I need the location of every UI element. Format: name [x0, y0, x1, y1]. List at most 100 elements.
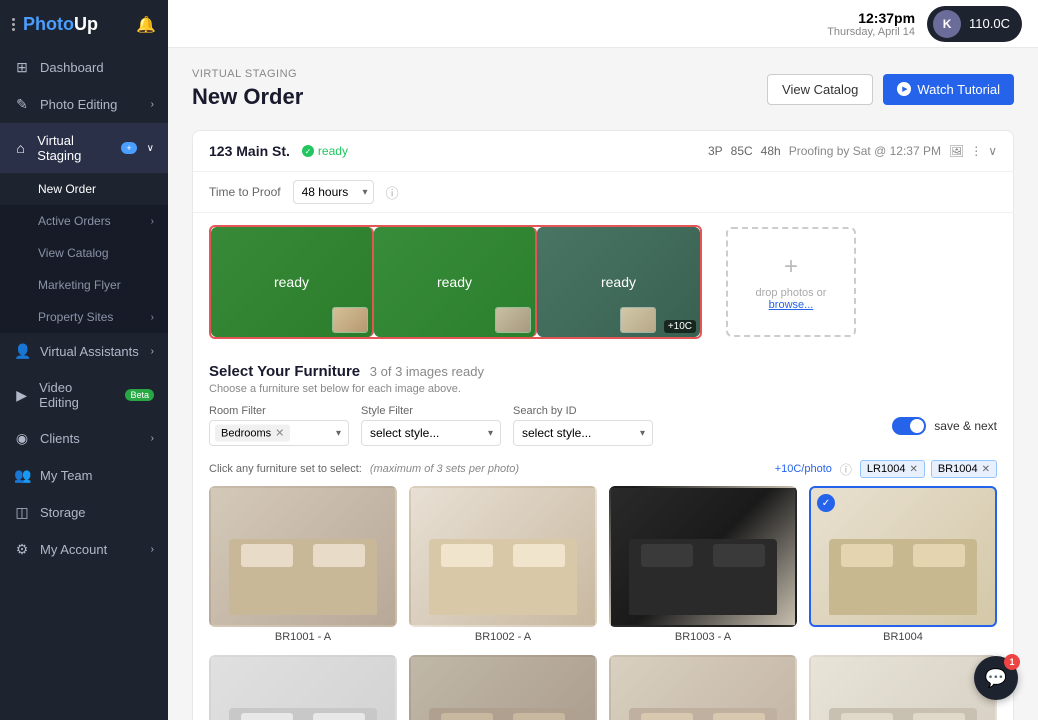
- view-catalog-button[interactable]: View Catalog: [767, 74, 873, 105]
- main-area: 12:37pm Thursday, April 14 K 110.0C VIRT…: [168, 0, 1038, 720]
- virtual-staging-submenu: New Order Active Orders › View Catalog M…: [0, 173, 168, 333]
- browse-link[interactable]: browse...: [769, 299, 814, 311]
- play-icon: [897, 82, 911, 96]
- user-menu[interactable]: K 110.0C: [927, 6, 1022, 42]
- sub-nav-marketing-flyer[interactable]: Marketing Flyer: [0, 269, 168, 301]
- chat-icon: 💬: [985, 668, 1007, 689]
- sidebar-item-storage[interactable]: ◫ Storage: [0, 494, 168, 531]
- watch-tutorial-button[interactable]: Watch Tutorial: [883, 74, 1014, 105]
- order-actions: 🖼 ⋮ ∨: [949, 144, 997, 158]
- more-options-icon[interactable]: ⋮: [970, 144, 982, 158]
- extra-count-badge: +10C: [664, 320, 696, 333]
- notification-bell-icon[interactable]: 🔔: [136, 15, 156, 35]
- search-filter-wrapper: select style...: [513, 420, 653, 446]
- save-next-toggle: save & next: [892, 417, 997, 435]
- photo-item-3[interactable]: ready +10C: [537, 227, 700, 337]
- sub-nav-view-catalog[interactable]: View Catalog: [0, 237, 168, 269]
- current-date: Thursday, April 14: [827, 26, 915, 38]
- search-filter-select[interactable]: select style...: [513, 420, 653, 446]
- furniture-item-br1005[interactable]: BR1005 - A: [209, 655, 397, 720]
- furniture-image-br1007: [609, 655, 797, 720]
- status-label: ready: [318, 144, 348, 158]
- photo-item-2[interactable]: ready: [374, 227, 537, 337]
- style-filter-select[interactable]: select style...: [361, 420, 501, 446]
- save-next-switch[interactable]: [892, 417, 926, 435]
- app-logo: PhotoUp: [23, 14, 98, 35]
- time-proof-select[interactable]: 48 hours 24 hours 72 hours: [293, 180, 374, 204]
- sidebar-header: PhotoUp 🔔: [0, 0, 168, 49]
- furniture-item-br1001[interactable]: BR1001 - A: [209, 486, 397, 643]
- video-editing-icon: ▶: [14, 387, 29, 404]
- sub-nav-active-orders[interactable]: Active Orders ›: [0, 205, 168, 237]
- search-filter-group: Search by ID select style...: [513, 405, 653, 446]
- proofing-text: Proofing by Sat @ 12:37 PM: [789, 144, 941, 158]
- sub-nav-label: Property Sites: [38, 310, 113, 324]
- chevron-down-icon[interactable]: ∨: [988, 144, 997, 158]
- furniture-image-br1001: [209, 486, 397, 627]
- chat-badge: 1: [1004, 654, 1020, 670]
- image-icon[interactable]: 🖼: [949, 144, 964, 158]
- tag-remove[interactable]: ✕: [982, 464, 990, 475]
- menu-icon[interactable]: [12, 18, 15, 31]
- furniture-item-br1004[interactable]: ✓ BR1004: [809, 486, 997, 643]
- price-tag: +10C/photo: [775, 463, 832, 475]
- furniture-item-br1008[interactable]: BR1008 - A: [809, 655, 997, 720]
- chevron-right-icon: ›: [151, 99, 154, 110]
- sub-nav-property-sites[interactable]: Property Sites ›: [0, 301, 168, 333]
- furniture-title: Select Your Furniture: [209, 363, 360, 380]
- current-time: 12:37pm: [827, 10, 915, 26]
- chevron-icon: ›: [151, 216, 154, 227]
- team-icon: 👥: [14, 467, 30, 484]
- status-badge: ready: [302, 144, 348, 158]
- sidebar-item-clients[interactable]: ◉ Clients ›: [0, 420, 168, 457]
- max-label: (maximum of 3 sets per photo): [370, 463, 519, 475]
- sub-nav-new-order[interactable]: New Order: [0, 173, 168, 205]
- sub-nav-label: New Order: [38, 182, 96, 196]
- chevron-right-icon: ›: [151, 346, 154, 357]
- add-badge: +: [121, 142, 136, 154]
- sidebar-item-label: Storage: [40, 505, 86, 520]
- page-title-row: VIRTUAL STAGING New Order View Catalog W…: [192, 68, 1014, 110]
- tag-remove[interactable]: ✕: [909, 464, 917, 475]
- drop-zone[interactable]: + drop photos or browse...: [726, 227, 856, 337]
- sidebar-item-my-team[interactable]: 👥 My Team: [0, 457, 168, 494]
- photo-ready-label-3: ready: [601, 274, 636, 290]
- avatar: K: [933, 10, 961, 38]
- furniture-item-br1007[interactable]: BR1007 - A: [609, 655, 797, 720]
- page-title: New Order: [192, 84, 303, 110]
- furniture-label-br1001: BR1001 - A: [209, 631, 397, 643]
- time-to-proof-row: Time to Proof 48 hours 24 hours 72 hours…: [193, 172, 1013, 213]
- furniture-label-br1003: BR1003 - A: [609, 631, 797, 643]
- virtual-staging-icon: ⌂: [14, 140, 27, 156]
- sidebar-item-photo-editing[interactable]: ✎ Photo Editing ›: [0, 86, 168, 123]
- photo-thumbnail-2: [495, 307, 531, 333]
- sidebar-item-label: Virtual Staging: [37, 133, 107, 163]
- style-filter-label: Style Filter: [361, 405, 501, 417]
- order-meta: 3P 85C 48h Proofing by Sat @ 12:37 PM 🖼 …: [708, 144, 997, 158]
- chat-bubble[interactable]: 💬 1: [974, 656, 1018, 700]
- photo-thumbnail-1: [332, 307, 368, 333]
- info-icon[interactable]: ⓘ: [386, 183, 399, 202]
- credits-count: 85C: [731, 144, 753, 158]
- sidebar-item-my-account[interactable]: ⚙ My Account ›: [0, 531, 168, 568]
- order-card: 123 Main St. ready 3P 85C 48h Proofing b…: [192, 130, 1014, 720]
- photo-ready-label-2: ready: [437, 274, 472, 290]
- furniture-item-br1006[interactable]: BR1006 - A: [409, 655, 597, 720]
- sub-nav-label: Active Orders: [38, 214, 111, 228]
- sidebar-item-virtual-staging[interactable]: ⌂ Virtual Staging + ∨: [0, 123, 168, 173]
- chevron-icon: ›: [151, 312, 154, 323]
- photo-editing-icon: ✎: [14, 96, 30, 113]
- furniture-item-br1003[interactable]: BR1003 - A: [609, 486, 797, 643]
- topbar-datetime: 12:37pm Thursday, April 14: [827, 10, 915, 38]
- furniture-item-br1002[interactable]: BR1002 - A: [409, 486, 597, 643]
- sidebar-item-video-editing[interactable]: ▶ Video Editing Beta: [0, 370, 168, 420]
- tag-label: BR1004: [938, 463, 978, 475]
- photo-item-1[interactable]: ready: [211, 227, 374, 337]
- photos-area: ready ready: [193, 213, 1013, 351]
- selected-check-icon: ✓: [817, 494, 835, 512]
- style-filter-group: Style Filter select style...: [361, 405, 501, 446]
- sidebar-item-dashboard[interactable]: ⊞ Dashboard: [0, 49, 168, 86]
- drop-text: drop photos or browse...: [756, 287, 827, 311]
- room-filter-select[interactable]: Bedrooms: [209, 420, 349, 446]
- sidebar-item-virtual-assistants[interactable]: 👤 Virtual Assistants ›: [0, 333, 168, 370]
